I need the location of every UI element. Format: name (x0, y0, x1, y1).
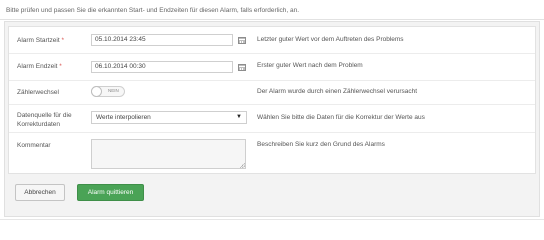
start-time-label: Alarm Startzeit * (17, 37, 64, 44)
data-source-label: Datenquelle für die Korrekturdaten (17, 112, 72, 128)
acknowledge-alarm-button[interactable]: Alarm quittieren (77, 184, 144, 201)
resize-grip-icon[interactable] (240, 163, 245, 168)
end-time-help: Erster guter Wert nach dem Problem (257, 62, 363, 69)
divider (0, 19, 544, 20)
row-comment: Kommentar Beschreiben Sie kurz den Grund… (9, 132, 535, 175)
alarm-form: Alarm Startzeit * 05.10.2014 23:45 Letzt… (8, 26, 536, 174)
start-time-help: Letzter guter Wert vor dem Auftreten des… (257, 36, 404, 43)
comment-label: Kommentar (17, 142, 51, 149)
toggle-state-text: NEIN (108, 88, 119, 93)
counter-change-label: Zählerwechsel (17, 89, 59, 96)
required-marker: * (59, 63, 62, 70)
end-time-label: Alarm Endzeit * (17, 63, 62, 70)
row-start-time: Alarm Startzeit * 05.10.2014 23:45 Letzt… (9, 27, 535, 54)
comment-help: Beschreiben Sie kurz den Grund des Alarm… (257, 141, 385, 148)
chevron-down-icon: ▼ (236, 114, 242, 120)
toggle-knob (91, 86, 102, 97)
required-marker: * (61, 37, 64, 44)
intro-text: Bitte prüfen und passen Sie die erkannte… (6, 7, 300, 14)
calendar-icon[interactable] (238, 37, 246, 44)
row-end-time: Alarm Endzeit * 06.10.2014 00:30 Erster … (9, 53, 535, 81)
counter-change-toggle[interactable]: NEIN (91, 86, 125, 97)
data-source-select[interactable]: Werte interpolieren ▼ (91, 111, 247, 124)
data-source-value: Werte interpolieren (96, 114, 151, 121)
data-source-help: Wählen Sie bitte die Daten für die Korre… (257, 114, 425, 121)
calendar-icon[interactable] (238, 64, 246, 71)
divider (0, 219, 544, 220)
cancel-button[interactable]: Abbrechen (15, 184, 65, 201)
start-time-input[interactable]: 05.10.2014 23:45 (91, 34, 233, 46)
row-counter-change: Zählerwechsel NEIN Der Alarm wurde durch… (9, 80, 535, 105)
end-time-input[interactable]: 06.10.2014 00:30 (91, 61, 233, 73)
counter-change-help: Der Alarm wurde durch einen Zählerwechse… (257, 88, 418, 95)
comment-textarea[interactable] (91, 139, 246, 169)
row-data-source: Datenquelle für die Korrekturdaten Werte… (9, 104, 535, 133)
